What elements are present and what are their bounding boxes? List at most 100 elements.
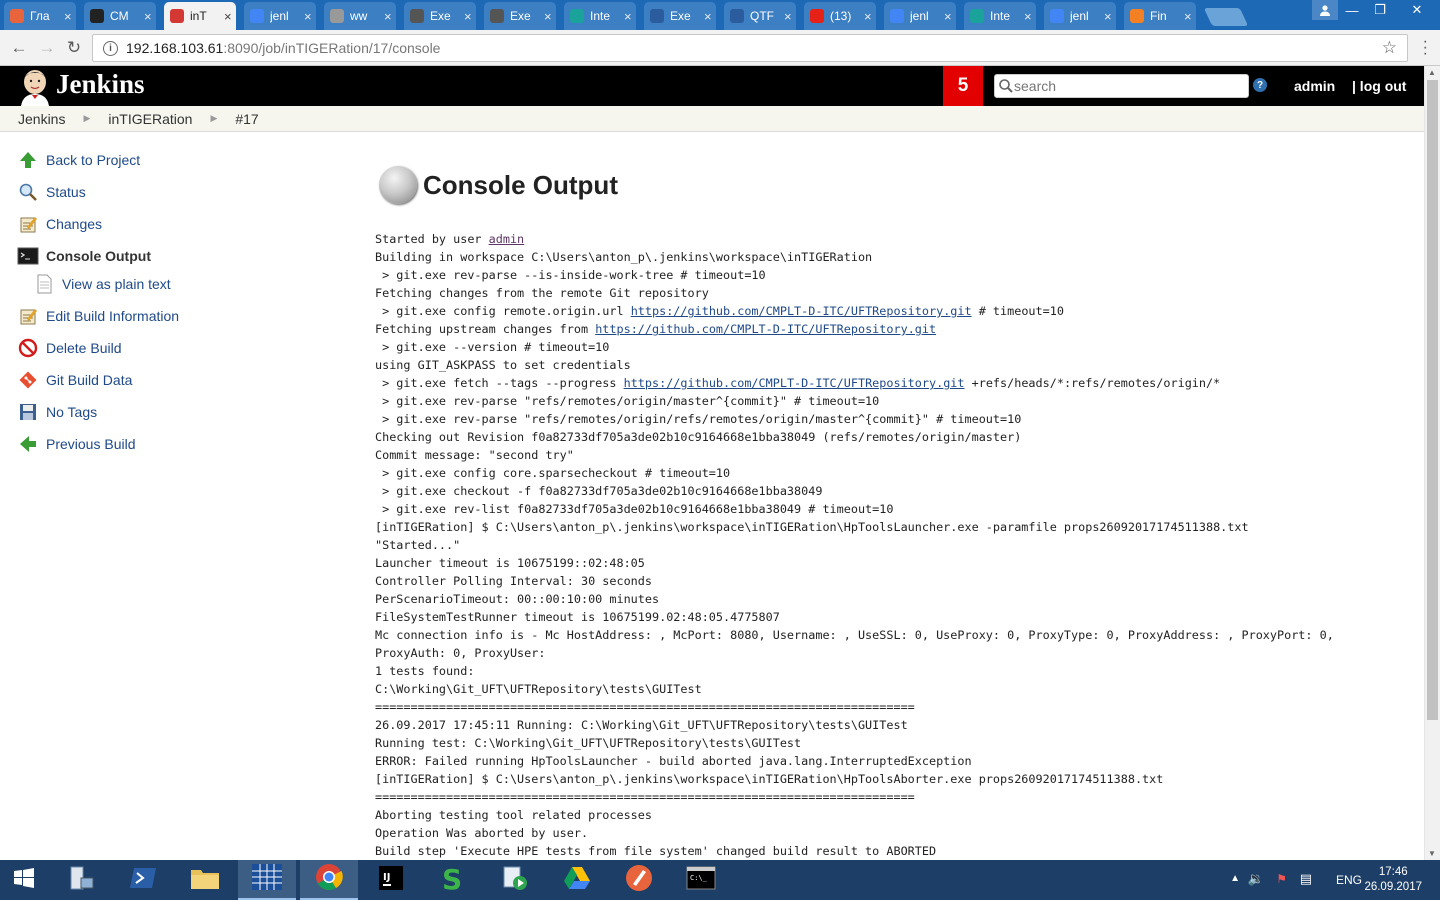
scrollbar-thumb[interactable] [1427, 80, 1438, 720]
browser-menu-icon[interactable]: · · · [1423, 34, 1428, 62]
sidebar-item-console-output[interactable]: Console Output [16, 242, 151, 270]
user-link[interactable]: admin [1294, 78, 1335, 94]
close-tab-icon[interactable]: × [944, 9, 952, 24]
cmd-app[interactable]: C:\_ [672, 860, 730, 900]
browser-tab[interactable]: jenl × [240, 2, 320, 30]
sidebar-item-delete-build[interactable]: Delete Build [16, 334, 122, 362]
tray-expand-icon[interactable]: ▲ [1230, 873, 1240, 884]
sidebar-item-no-tags[interactable]: No Tags [16, 398, 97, 426]
bookmark-star-icon[interactable]: ☆ [1382, 38, 1397, 58]
language-indicator[interactable]: ENG [1336, 873, 1362, 887]
close-tab-icon[interactable]: × [1024, 9, 1032, 24]
scroll-up-icon[interactable]: ▲ [1428, 68, 1436, 77]
browser-tab[interactable]: Fin × [1120, 2, 1200, 30]
user-admin-link[interactable]: admin [489, 232, 525, 246]
console-output: Started by user admin Building in workspa… [375, 230, 1415, 860]
notification-badge[interactable]: 5 [943, 66, 983, 106]
browser-tab[interactable]: (13) × [800, 2, 880, 30]
repository-link[interactable]: https://github.com/CMPLT-D-ITC/UFTReposi… [631, 304, 972, 318]
sidebar-item-previous-build[interactable]: Previous Build [16, 430, 136, 458]
sidebar-item-back-to-project[interactable]: Back to Project [16, 146, 140, 174]
back-icon[interactable]: ← [8, 37, 30, 59]
drive-app[interactable] [548, 860, 606, 900]
draw-app[interactable] [610, 860, 668, 900]
close-window-icon[interactable]: ✕ [1394, 0, 1440, 20]
sidebar-item-edit-build-information[interactable]: Edit Build Information [16, 302, 179, 330]
magnifier-icon [16, 180, 40, 204]
close-tab-icon[interactable]: × [624, 9, 632, 24]
console-text: ERROR: Failed running HpToolsLauncher - … [375, 754, 972, 768]
close-tab-icon[interactable]: × [384, 9, 392, 24]
breadcrumb-build[interactable]: #17 [235, 111, 258, 127]
minimize-icon[interactable]: — [1338, 0, 1366, 20]
forward-icon[interactable]: → [36, 37, 58, 59]
scroll-down-icon[interactable]: ▼ [1428, 849, 1436, 858]
browser-tab[interactable]: jenl × [880, 2, 960, 30]
jenkins-logo-icon[interactable] [18, 68, 52, 106]
browser-tab[interactable]: inT × [160, 2, 240, 30]
console-line: Fetching changes from the remote Git rep… [375, 284, 1415, 302]
address-bar[interactable]: i 192.168.103.61 :8090/job/inTIGERation/… [92, 34, 1408, 62]
browser-tab[interactable]: Inte × [560, 2, 640, 30]
close-tab-icon[interactable]: × [304, 9, 312, 24]
start-button[interactable] [0, 860, 48, 900]
profile-icon[interactable] [1312, 0, 1338, 20]
new-tab-button[interactable] [1203, 8, 1249, 26]
browser-tab[interactable]: Inte × [960, 2, 1040, 30]
file-explorer-app[interactable] [176, 860, 234, 900]
breadcrumb-jenkins[interactable]: Jenkins [18, 111, 65, 127]
reload-icon[interactable]: ↻ [63, 37, 85, 59]
tab-title: Exe [430, 9, 451, 23]
breadcrumb-job[interactable]: inTIGERation [108, 111, 192, 127]
file-server-app[interactable] [52, 860, 110, 900]
close-tab-icon[interactable]: × [464, 9, 472, 24]
browser-tab[interactable]: jenl × [1040, 2, 1120, 30]
close-tab-icon[interactable]: × [224, 9, 232, 24]
help-icon[interactable]: ? [1253, 78, 1267, 92]
sidebar-item-label: View as plain text [62, 276, 171, 292]
terminal-icon [16, 244, 40, 268]
tab-title: Exe [510, 9, 531, 23]
close-tab-icon[interactable]: × [864, 9, 872, 24]
vertical-scrollbar[interactable]: ▲ ▼ [1424, 66, 1440, 860]
browser-tab[interactable]: Exe × [640, 2, 720, 30]
close-tab-icon[interactable]: × [784, 9, 792, 24]
spreadsheet-app[interactable] [238, 860, 296, 900]
sidebar-item-status[interactable]: Status [16, 178, 86, 206]
browser-tab[interactable]: QTF × [720, 2, 800, 30]
chrome-app[interactable] [300, 860, 358, 900]
search-input[interactable] [1014, 78, 1234, 94]
browser-tab[interactable]: Exe × [400, 2, 480, 30]
sidebar-item-git-build-data[interactable]: Git Build Data [16, 366, 132, 394]
volume-icon[interactable]: 🔉 [1248, 871, 1264, 887]
console-line: Building in workspace C:\Users\anton_p\.… [375, 248, 1415, 266]
network-icon[interactable]: ▤ [1300, 871, 1312, 887]
media-app[interactable] [486, 860, 544, 900]
search-box[interactable] [994, 74, 1249, 98]
close-tab-icon[interactable]: × [704, 9, 712, 24]
browser-tab[interactable]: ww × [320, 2, 400, 30]
repository-link[interactable]: https://github.com/CMPLT-D-ITC/UFTReposi… [595, 322, 936, 336]
clock[interactable]: 17:46 26.09.2017 [1364, 865, 1422, 895]
browser-tab[interactable]: Exe × [480, 2, 560, 30]
browser-tab[interactable]: Гла × [0, 2, 80, 30]
repository-link[interactable]: https://github.com/CMPLT-D-ITC/UFTReposi… [624, 376, 965, 390]
console-text: Started by user [375, 232, 489, 246]
sidebar-item-view-as-plain-text[interactable]: View as plain text [32, 270, 171, 298]
info-icon[interactable]: i [103, 40, 118, 56]
flag-icon[interactable]: ⚑ [1276, 872, 1287, 886]
close-tab-icon[interactable]: × [1184, 9, 1192, 24]
skype-like-app[interactable]: S [424, 860, 482, 900]
jenkins-title[interactable]: Jenkins [56, 69, 145, 100]
sidebar-item-label: Console Output [46, 248, 151, 264]
logout-link[interactable]: | log out [1352, 78, 1406, 94]
close-tab-icon[interactable]: × [144, 9, 152, 24]
powershell-app[interactable] [114, 860, 172, 900]
close-tab-icon[interactable]: × [1104, 9, 1112, 24]
sidebar-item-changes[interactable]: Changes [16, 210, 102, 238]
close-tab-icon[interactable]: × [64, 9, 72, 24]
intellij-app[interactable]: IJ [362, 860, 420, 900]
browser-tab[interactable]: CM × [80, 2, 160, 30]
close-tab-icon[interactable]: × [544, 9, 552, 24]
restore-icon[interactable]: ❐ [1366, 0, 1394, 20]
